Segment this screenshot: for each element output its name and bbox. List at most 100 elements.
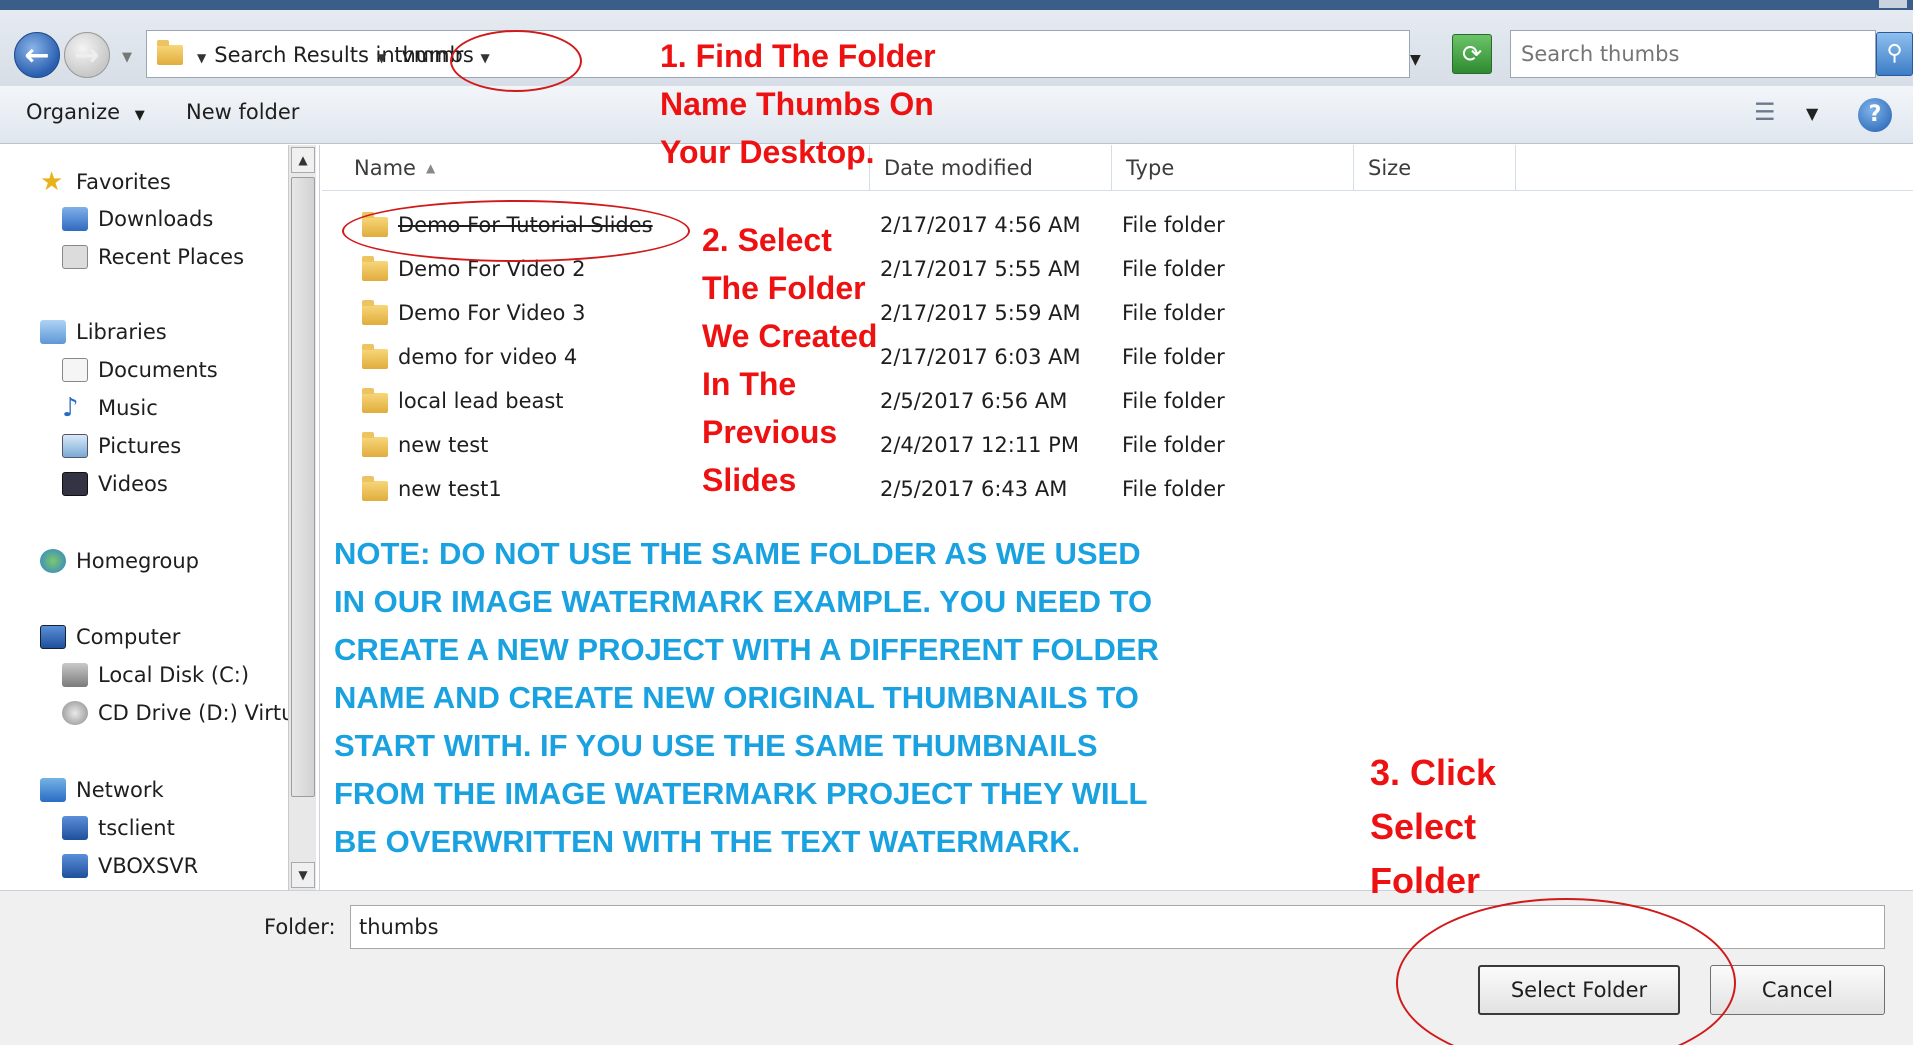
- organize-button[interactable]: Organize ▼: [26, 100, 145, 124]
- annotation-line: 2. Select: [702, 222, 832, 258]
- sidebar-item-label: Local Disk (C:): [98, 663, 250, 687]
- view-options-dropdown[interactable]: ▼: [1806, 104, 1818, 123]
- sidebar-item-downloads[interactable]: Downloads: [62, 203, 213, 235]
- annotation-line: NOTE: DO NOT USE THE SAME FOLDER AS WE U…: [334, 536, 1141, 571]
- back-button[interactable]: ←: [14, 32, 60, 78]
- new-folder-button[interactable]: New folder: [186, 100, 299, 124]
- annotation-line: Name Thumbs On: [660, 86, 934, 122]
- folder-icon: [362, 344, 388, 369]
- sidebar-item-music[interactable]: ♪ Music: [62, 392, 158, 424]
- address-dropdown[interactable]: ▼: [1410, 52, 1421, 68]
- recent-places-icon: [62, 245, 88, 269]
- window-control[interactable]: [1879, 0, 1907, 8]
- annotation-line: The Folder: [702, 270, 866, 306]
- sort-up-icon: ▲: [425, 161, 436, 175]
- file-type: File folder: [1122, 213, 1225, 237]
- nav-scrollbar[interactable]: ▲ ▼: [288, 145, 316, 890]
- annotation-step-2: 2. Select The Folder We Created In The P…: [702, 216, 877, 504]
- sidebar-item-label: Libraries: [76, 320, 167, 344]
- organize-label: Organize: [26, 100, 121, 124]
- annotation-step-3: 3. Click Select Folder: [1370, 746, 1496, 908]
- scrollbar-thumb[interactable]: [291, 177, 315, 797]
- chevron-down-icon: ▼: [134, 108, 145, 123]
- column-size[interactable]: Size: [1354, 145, 1516, 191]
- folder-label: Folder:: [264, 915, 336, 939]
- refresh-button[interactable]: ⟳: [1452, 34, 1492, 74]
- network-icon: [40, 778, 66, 802]
- sidebar-item-label: Documents: [98, 358, 218, 382]
- documents-icon: [62, 358, 88, 382]
- folder-icon: [362, 432, 388, 457]
- sidebar-item-favorites[interactable]: ★ Favorites: [40, 166, 171, 198]
- folder-icon: [362, 256, 388, 281]
- sidebar-item-label: Pictures: [98, 434, 182, 458]
- sidebar-item-documents[interactable]: Documents: [62, 354, 218, 386]
- crumb-arrow-icon: ▼: [197, 51, 207, 65]
- file-type: File folder: [1122, 477, 1225, 501]
- folder-icon: [362, 300, 388, 325]
- change-view-icon[interactable]: ☰: [1754, 98, 1786, 128]
- annotation-line: CREATE A NEW PROJECT WITH A DIFFERENT FO…: [334, 632, 1159, 667]
- file-name: new test1: [398, 477, 502, 501]
- crumb-arrow-icon: ▼: [377, 51, 387, 65]
- column-header-row: Name ▲ Date modified Type Size: [322, 145, 1913, 191]
- sidebar-item-libraries[interactable]: Libraries: [40, 316, 167, 348]
- cancel-button[interactable]: Cancel: [1710, 965, 1885, 1015]
- sidebar-item-computer[interactable]: Computer: [40, 621, 180, 653]
- forward-button[interactable]: →: [64, 32, 110, 78]
- select-folder-dialog: ← → ▼ ▼ Search Results in vmmr ▼ thumbs ▼ …: [0, 0, 1913, 1045]
- sidebar-item-cd-drive[interactable]: CD Drive (D:) Virtu: [62, 697, 294, 729]
- folder-icon: [362, 388, 388, 413]
- scroll-up-icon[interactable]: ▲: [291, 147, 315, 173]
- sidebar-item-label: Computer: [76, 625, 181, 649]
- file-date: 2/17/2017 4:56 AM: [880, 213, 1081, 237]
- title-bar: [0, 0, 1913, 10]
- refresh-icon: ⟳: [1461, 40, 1483, 68]
- sidebar-item-homegroup[interactable]: Homegroup: [40, 545, 199, 577]
- annotation-line: BE OVERWRITTEN WITH THE TEXT WATERMARK.: [334, 824, 1081, 859]
- command-toolbar: Organize ▼ New folder ☰ ▼ ?: [0, 86, 1913, 144]
- file-type: File folder: [1122, 433, 1225, 457]
- scroll-down-icon[interactable]: ▼: [291, 862, 315, 888]
- annotation-line: START WITH. IF YOU USE THE SAME THUMBNAI…: [334, 728, 1098, 763]
- recent-locations-dropdown[interactable]: ▼: [122, 50, 132, 65]
- annotation-step-1: 1. Find The Folder Name Thumbs On Your D…: [660, 32, 936, 176]
- search-button[interactable]: ⚲: [1876, 32, 1913, 76]
- sidebar-item-pictures[interactable]: Pictures: [62, 430, 181, 462]
- sidebar-item-recent-places[interactable]: Recent Places: [62, 241, 244, 273]
- sidebar-item-tsclient[interactable]: tsclient: [62, 812, 175, 844]
- sidebar-item-label: Videos: [98, 472, 168, 496]
- file-date: 2/5/2017 6:56 AM: [880, 389, 1068, 413]
- file-date: 2/17/2017 6:03 AM: [880, 345, 1081, 369]
- network-computer-icon: [62, 854, 88, 878]
- forward-arrow-icon: →: [74, 37, 100, 73]
- annotation-line: NAME AND CREATE NEW ORIGINAL THUMBNAILS …: [334, 680, 1139, 715]
- column-type[interactable]: Type: [1112, 145, 1354, 191]
- music-icon: ♪: [62, 393, 79, 423]
- downloads-icon: [62, 207, 88, 231]
- file-name: Demo For Video 3: [398, 301, 586, 325]
- pictures-icon: [62, 434, 88, 458]
- annotation-line: Slides: [702, 462, 797, 498]
- libraries-icon: [40, 320, 66, 344]
- annotation-line: We Created: [702, 318, 878, 354]
- annotation-note: NOTE: DO NOT USE THE SAME FOLDER AS WE U…: [334, 530, 1159, 866]
- search-input[interactable]: [1510, 30, 1876, 78]
- sidebar-item-network[interactable]: Network: [40, 774, 164, 806]
- file-date: 2/5/2017 6:43 AM: [880, 477, 1068, 501]
- search-icon: ⚲: [1886, 41, 1903, 66]
- sidebar-item-label: Homegroup: [76, 549, 200, 573]
- file-type: File folder: [1122, 301, 1225, 325]
- file-date: 2/17/2017 5:55 AM: [880, 257, 1081, 281]
- help-icon[interactable]: ?: [1858, 98, 1892, 132]
- back-arrow-icon: ←: [24, 37, 50, 73]
- sidebar-item-label: VBOXSVR: [98, 854, 199, 878]
- file-name: local lead beast: [398, 389, 564, 413]
- sidebar-item-local-disk[interactable]: Local Disk (C:): [62, 659, 249, 691]
- sidebar-item-videos[interactable]: Videos: [62, 468, 168, 500]
- annotation-line: Select: [1370, 806, 1477, 847]
- navigation-pane: ★ Favorites Downloads Recent Places Libra…: [0, 145, 320, 890]
- sidebar-item-vboxsvr[interactable]: VBOXSVR: [62, 850, 198, 882]
- sidebar-item-label: Downloads: [98, 207, 214, 231]
- annotation-line: Previous: [702, 414, 838, 450]
